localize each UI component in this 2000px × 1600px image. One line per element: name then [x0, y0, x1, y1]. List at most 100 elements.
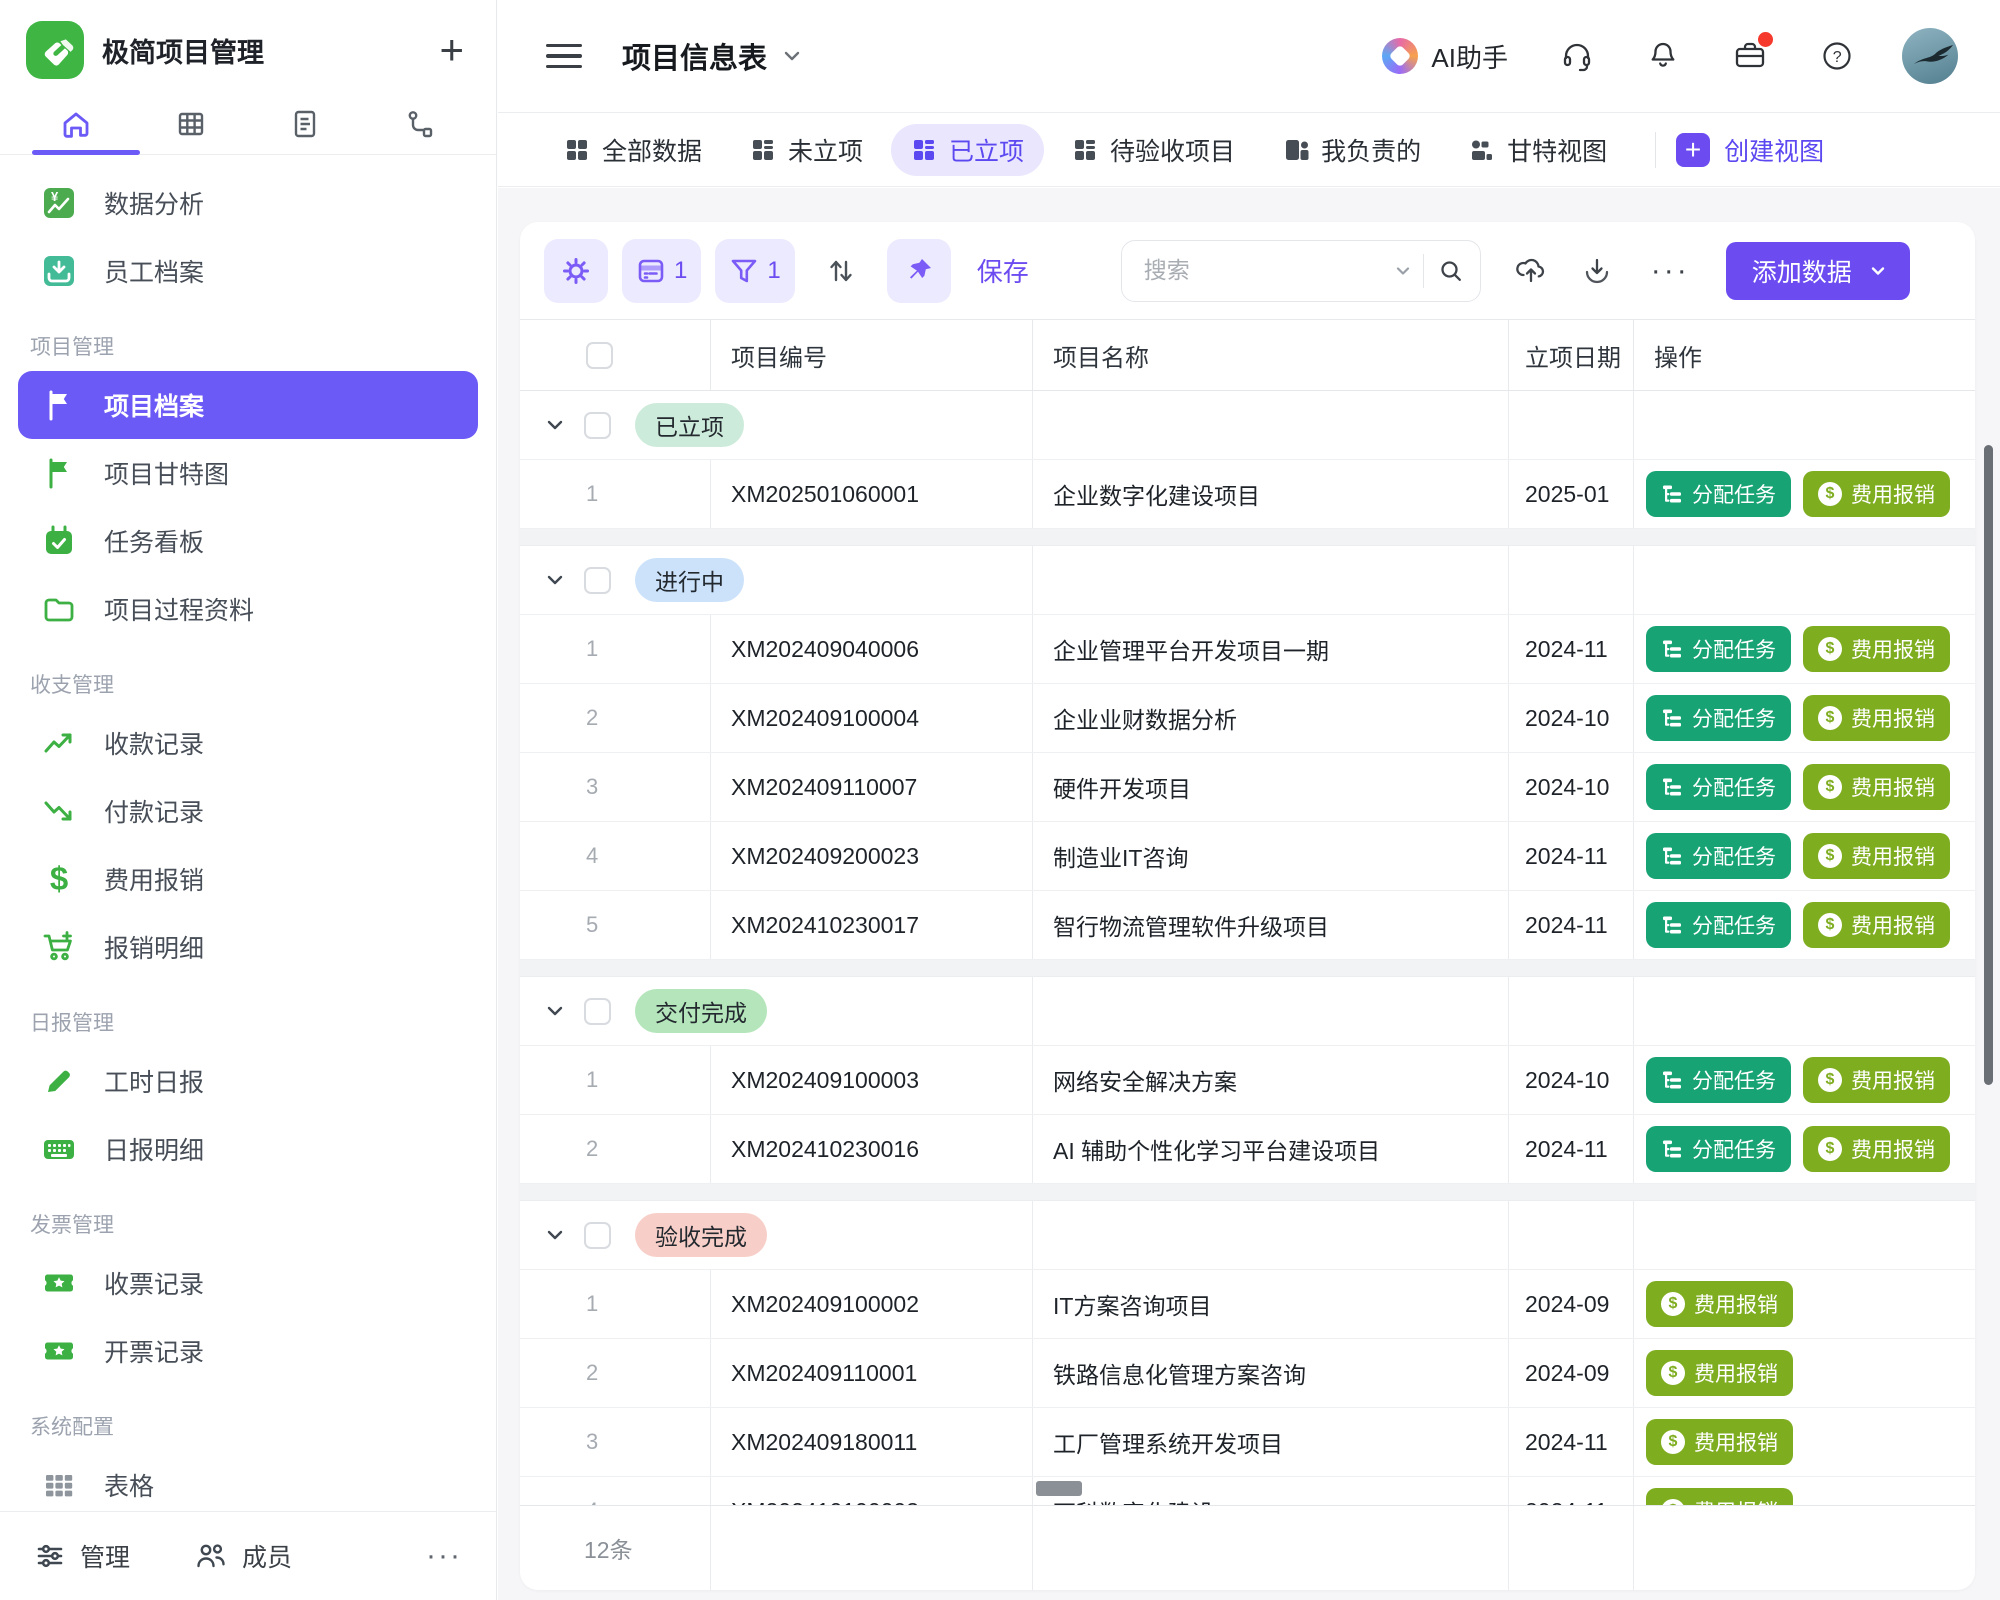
- table-row[interactable]: 1XM202409100003网络安全解决方案2024-10分配任务$费用报销: [520, 1046, 1975, 1115]
- view-tab-my-projects[interactable]: 我负责的: [1263, 124, 1441, 176]
- assign-task-button[interactable]: 分配任务: [1646, 902, 1791, 948]
- dollar-seal-icon: $: [1661, 1292, 1685, 1316]
- group-checkbox[interactable]: [584, 998, 611, 1025]
- select-all-checkbox[interactable]: [586, 342, 613, 369]
- column-header-code[interactable]: 项目编号: [711, 320, 1033, 390]
- expense-button[interactable]: $费用报销: [1803, 833, 1950, 879]
- sidebar-item-daily-detail[interactable]: 日报明细: [18, 1115, 478, 1183]
- title-chevron-down-icon[interactable]: [781, 45, 803, 67]
- docs-tab[interactable]: [287, 106, 323, 142]
- pin-button[interactable]: [887, 239, 951, 303]
- table-row[interactable]: 2XM202409100004企业业财数据分析2024-10分配任务$费用报销: [520, 684, 1975, 753]
- assign-task-button[interactable]: 分配任务: [1646, 1057, 1791, 1103]
- group-chevron-down-icon[interactable]: [544, 414, 566, 436]
- row-actions-cell: 分配任务 $费用报销: [1634, 753, 1975, 821]
- table-row[interactable]: 1XM202409100002IT方案咨询项目2024-09$费用报销: [520, 1270, 1975, 1339]
- group-chevron-down-icon[interactable]: [544, 569, 566, 591]
- home-tab[interactable]: [58, 106, 94, 142]
- group-checkbox[interactable]: [584, 412, 611, 439]
- column-header-ops[interactable]: 操作: [1634, 320, 1975, 390]
- assign-task-button[interactable]: 分配任务: [1646, 471, 1791, 517]
- vertical-scrollbar[interactable]: [1984, 445, 1993, 1085]
- import-button[interactable]: [1515, 255, 1547, 287]
- expense-button[interactable]: $费用报销: [1803, 1126, 1950, 1172]
- notifications-button[interactable]: [1646, 39, 1680, 73]
- table-row[interactable]: 4XM202409200023制造业IT咨询2024-11分配任务$费用报销: [520, 822, 1975, 891]
- members-button[interactable]: 成员: [194, 1538, 292, 1574]
- add-app-button[interactable]: +: [439, 29, 470, 71]
- sidebar-item-expense[interactable]: $ 费用报销: [18, 845, 478, 913]
- create-view-button[interactable]: + 创建视图: [1676, 132, 1824, 168]
- sidebar-item-project-gantt[interactable]: 项目甘特图: [18, 439, 478, 507]
- sidebar-item-receipts[interactable]: 收款记录: [18, 709, 478, 777]
- group-chevron-down-icon[interactable]: [544, 1000, 566, 1022]
- ai-assistant-button[interactable]: AI助手: [1382, 38, 1508, 75]
- table-row[interactable]: 3XM202409180011工厂管理系统开发项目2024-11$费用报销: [520, 1408, 1975, 1477]
- export-button[interactable]: [1581, 255, 1613, 287]
- expense-button[interactable]: $费用报销: [1646, 1350, 1793, 1396]
- dollar-icon: $: [40, 860, 78, 898]
- assign-task-button[interactable]: 分配任务: [1646, 833, 1791, 879]
- sidebar-item-invoice-out[interactable]: 开票记录: [18, 1317, 478, 1385]
- column-header-name[interactable]: 项目名称: [1033, 320, 1509, 390]
- sidebar-item-invoice-in[interactable]: 收票记录: [18, 1249, 478, 1317]
- expense-button[interactable]: $费用报销: [1803, 626, 1950, 672]
- sidebar-item-employee-files[interactable]: 员工档案: [18, 237, 478, 305]
- horizontal-scrollbar[interactable]: [1036, 1481, 1082, 1496]
- toolbar-more-button[interactable]: ···: [1651, 254, 1690, 288]
- expense-button[interactable]: $费用报销: [1803, 1057, 1950, 1103]
- support-button[interactable]: [1560, 39, 1594, 73]
- help-button[interactable]: ?: [1820, 39, 1854, 73]
- group-checkbox[interactable]: [584, 567, 611, 594]
- sidebar-item-timesheet[interactable]: 工时日报: [18, 1047, 478, 1115]
- column-header-date[interactable]: 立项日期: [1509, 320, 1634, 390]
- workflow-tab[interactable]: [402, 106, 438, 142]
- sidebar-more-button[interactable]: ···: [426, 1539, 462, 1573]
- sidebar-item-payments[interactable]: 付款记录: [18, 777, 478, 845]
- search-input[interactable]: [1142, 256, 1393, 285]
- save-button[interactable]: 保存: [977, 252, 1029, 289]
- table-row[interactable]: 2XM202410230016AI 辅助个性化学习平台建设项目2024-11分配…: [520, 1115, 1975, 1184]
- view-tab-not-established[interactable]: 未立项: [730, 124, 883, 176]
- sidebar-item-data-analysis[interactable]: ¥ 数据分析: [18, 169, 478, 237]
- expense-button[interactable]: $费用报销: [1646, 1281, 1793, 1327]
- expense-button[interactable]: $费用报销: [1803, 695, 1950, 741]
- search-chevron-down-icon[interactable]: [1393, 261, 1413, 281]
- sidebar-item-tables[interactable]: 表格: [18, 1451, 478, 1511]
- settings-button[interactable]: [544, 239, 608, 303]
- sidebar-item-project-files[interactable]: 项目档案: [18, 371, 478, 439]
- workspace-button[interactable]: [1732, 38, 1768, 74]
- view-tab-all-data[interactable]: 全部数据: [544, 124, 722, 176]
- expense-button[interactable]: $费用报销: [1646, 1419, 1793, 1465]
- expense-button[interactable]: $费用报销: [1803, 764, 1950, 810]
- expense-button[interactable]: $费用报销: [1803, 902, 1950, 948]
- add-data-button[interactable]: 添加数据: [1726, 242, 1910, 300]
- sidebar-item-task-board[interactable]: 任务看板: [18, 507, 478, 575]
- table-row[interactable]: 1XM202501060001企业数字化建设项目2025-01分配任务$费用报销: [520, 460, 1975, 529]
- user-avatar[interactable]: [1902, 28, 1958, 84]
- view-tab-established[interactable]: 已立项: [891, 124, 1044, 176]
- hamburger-menu-icon[interactable]: [546, 44, 582, 69]
- table-row[interactable]: 2XM202409110001铁路信息化管理方案咨询2024-09$费用报销: [520, 1339, 1975, 1408]
- fields-button[interactable]: 1: [622, 239, 701, 303]
- assign-task-button[interactable]: 分配任务: [1646, 1126, 1791, 1172]
- tables-tab[interactable]: [173, 106, 209, 142]
- expense-button[interactable]: $费用报销: [1803, 471, 1950, 517]
- assign-task-button[interactable]: 分配任务: [1646, 764, 1791, 810]
- sort-button[interactable]: [809, 239, 873, 303]
- table-row[interactable]: 1XM202409040006企业管理平台开发项目一期2024-11分配任务$费…: [520, 615, 1975, 684]
- group-chevron-down-icon[interactable]: [544, 1224, 566, 1246]
- group-checkbox[interactable]: [584, 1222, 611, 1249]
- sidebar-item-project-docs[interactable]: 项目过程资料: [18, 575, 478, 643]
- keyboard-icon: [40, 1130, 78, 1168]
- table-row[interactable]: 5XM202410230017智行物流管理软件升级项目2024-11分配任务$费…: [520, 891, 1975, 960]
- sidebar-item-expense-detail[interactable]: 报销明细: [18, 913, 478, 981]
- search-icon[interactable]: [1438, 258, 1464, 284]
- view-tab-pending-acceptance[interactable]: 待验收项目: [1052, 124, 1255, 176]
- manage-button[interactable]: 管理: [34, 1538, 130, 1574]
- view-tab-gantt[interactable]: 甘特视图: [1449, 124, 1627, 176]
- assign-task-button[interactable]: 分配任务: [1646, 626, 1791, 672]
- filter-button[interactable]: 1: [715, 239, 794, 303]
- assign-task-button[interactable]: 分配任务: [1646, 695, 1791, 741]
- table-row[interactable]: 3XM202409110007硬件开发项目2024-10分配任务$费用报销: [520, 753, 1975, 822]
